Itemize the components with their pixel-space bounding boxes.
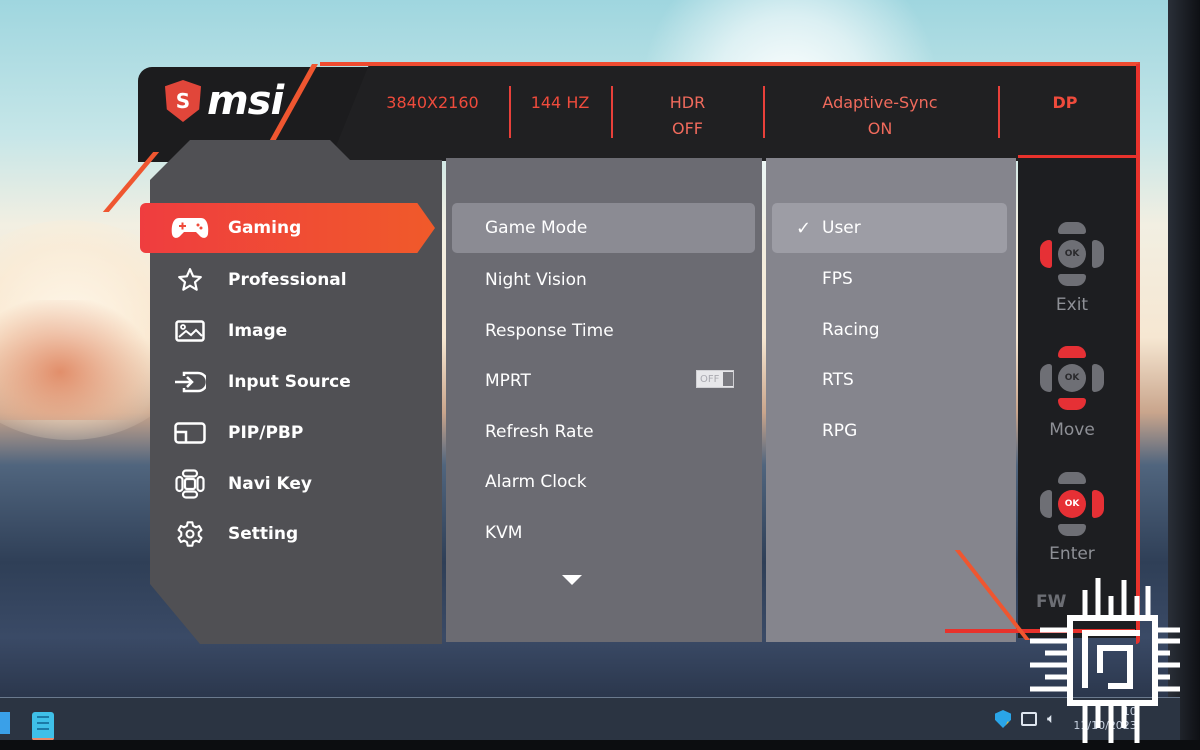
header-divider xyxy=(998,86,1000,138)
input-source-icon xyxy=(162,371,218,393)
status-refresh-rate: 144 HZ xyxy=(530,93,590,112)
option-fps[interactable]: FPS xyxy=(772,254,1007,304)
menu-item-navi-key[interactable]: Navi Key xyxy=(140,459,435,509)
msi-logo: S msi xyxy=(165,78,284,124)
menu-item-label: Input Source xyxy=(228,372,351,392)
status-input-source: DP xyxy=(1052,93,1078,112)
monitor-osd: S msi 3840X2160 144 HZ HDR OFF Adaptive-… xyxy=(0,0,1200,750)
menu-item-label: Navi Key xyxy=(228,474,313,494)
menu-item-label: Image xyxy=(228,321,288,341)
submenu-item-response-time[interactable]: Response Time xyxy=(452,306,755,356)
submenu-item-alarm-clock[interactable]: Alarm Clock xyxy=(452,457,755,507)
menu-item-label: PIP/PBP xyxy=(228,423,304,443)
gear-icon xyxy=(162,520,218,548)
navi-key-move-icon: OK xyxy=(1040,346,1104,410)
menu-item-label: Setting xyxy=(228,524,299,544)
header-accent-line xyxy=(320,62,1138,66)
checkmark-icon: ✓ xyxy=(796,217,812,239)
star-icon xyxy=(162,267,218,293)
menu-item-label: Professional xyxy=(228,270,347,290)
image-icon xyxy=(162,320,218,342)
msi-dragon-shield-icon: S xyxy=(165,80,201,122)
menu-item-pip-pbp[interactable]: PIP/PBP xyxy=(140,408,435,458)
brand-name: msi xyxy=(207,78,284,124)
navi-key-icon xyxy=(162,469,218,499)
menu-item-image[interactable]: Image xyxy=(140,306,435,356)
option-rpg[interactable]: RPG xyxy=(772,406,1007,456)
toggle-knob xyxy=(723,372,733,386)
header-divider xyxy=(611,86,613,138)
osd-border-right xyxy=(1136,64,1140,644)
option-racing[interactable]: Racing xyxy=(772,305,1007,355)
submenu-item-night-vision[interactable]: Night Vision xyxy=(452,255,755,305)
submenu-item-game-mode[interactable]: Game Mode xyxy=(452,203,755,253)
scroll-down-arrow-icon[interactable] xyxy=(562,575,582,585)
menu-item-professional[interactable]: Professional xyxy=(140,255,435,305)
menu-item-label: Gaming xyxy=(228,218,302,238)
status-hdr: HDR OFF xyxy=(669,93,706,138)
option-user[interactable]: ✓ User xyxy=(772,203,1007,253)
navi-key-move-label: Move xyxy=(1049,420,1095,440)
submenu-item-kvm[interactable]: KVM xyxy=(452,508,755,558)
option-rts[interactable]: RTS xyxy=(772,355,1007,405)
header-divider xyxy=(509,86,511,138)
chip-watermark-icon xyxy=(1030,578,1180,743)
menu-item-gaming[interactable]: Gaming xyxy=(140,203,435,253)
navi-key-enter-icon: OK xyxy=(1040,472,1104,536)
navi-key-exit-label: Exit xyxy=(1055,295,1089,315)
header-divider xyxy=(763,86,765,138)
menu-item-setting[interactable]: Setting xyxy=(140,509,435,559)
submenu-item-refresh-rate[interactable]: Refresh Rate xyxy=(452,407,755,457)
gamepad-icon xyxy=(162,216,218,240)
status-resolution: 3840X2160 xyxy=(386,93,479,112)
status-adaptive-sync: Adaptive-Sync ON xyxy=(822,93,938,138)
toggle-state: OFF xyxy=(700,373,720,385)
menu-item-input-source[interactable]: Input Source xyxy=(140,357,435,407)
navi-key-enter-label: Enter xyxy=(1049,544,1095,564)
pip-icon xyxy=(162,422,218,444)
navi-key-exit-icon: OK xyxy=(1040,222,1104,286)
mprt-toggle[interactable]: OFF xyxy=(696,370,734,388)
